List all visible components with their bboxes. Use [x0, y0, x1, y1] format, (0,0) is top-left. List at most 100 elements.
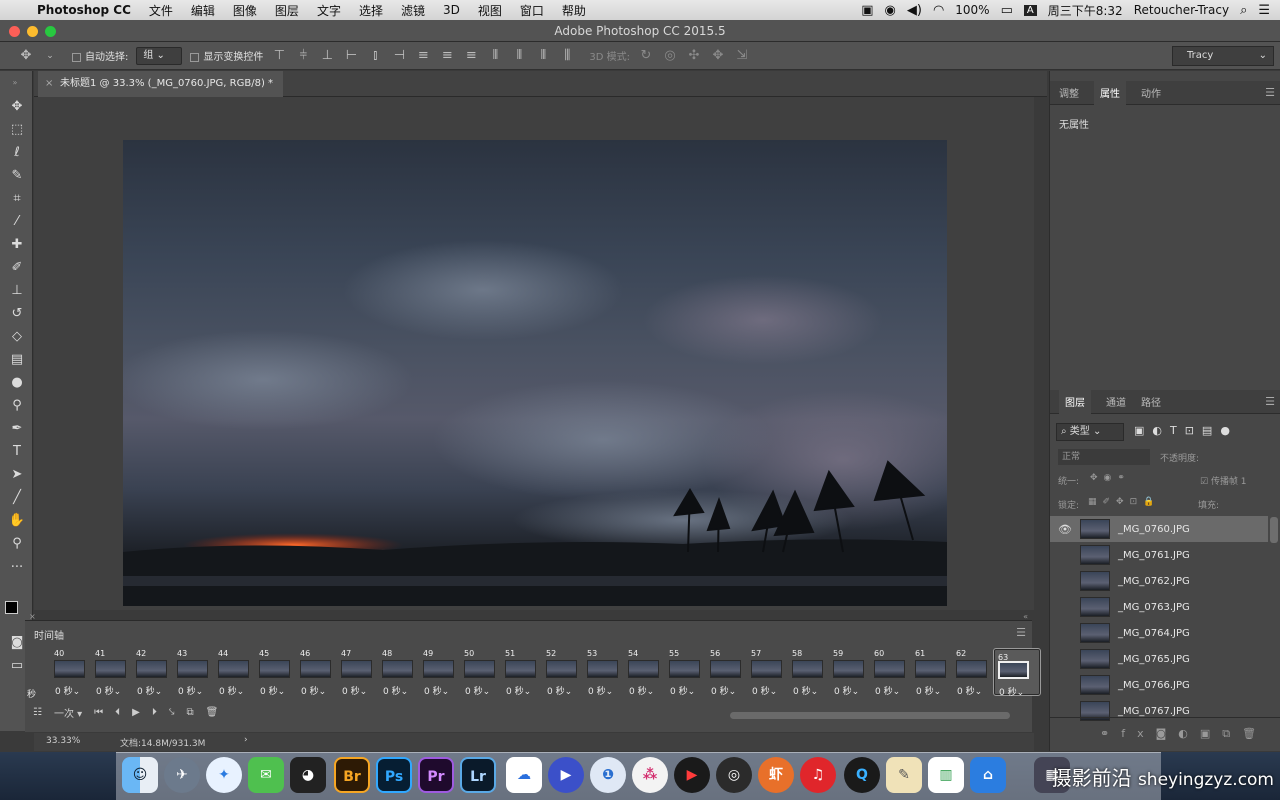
xiami-icon[interactable]: 虾 — [758, 757, 794, 793]
photoshop-app-icon[interactable]: Ps — [376, 757, 412, 793]
3d-scale-icon[interactable]: ⇲ — [734, 48, 750, 63]
frame-duration[interactable]: 0 秒⌄ — [670, 684, 695, 697]
tab-paths[interactable]: 路径 — [1141, 394, 1161, 409]
path-select-tool-icon[interactable]: ➤ — [8, 466, 26, 484]
menu-window[interactable]: 窗口 — [511, 2, 553, 19]
auto-align-icon[interactable]: ⫼ — [559, 48, 575, 63]
timeline-frame[interactable]: 44 0 秒⌄ — [215, 649, 252, 697]
frame-duration[interactable]: 0 秒⌄ — [752, 684, 777, 697]
timeline-frame[interactable]: 41 0 秒⌄ — [92, 649, 129, 697]
pen-tool-icon[interactable]: ✒ — [8, 420, 26, 438]
play-icon[interactable]: ▶ — [132, 707, 140, 718]
tween-icon[interactable]: ⤥ — [169, 707, 175, 718]
align-hcenter-icon[interactable]: ⫾ — [367, 48, 383, 63]
timeline-frame[interactable]: 58 0 秒⌄ — [789, 649, 826, 697]
menu-app-name[interactable]: Photoshop CC — [28, 3, 140, 17]
lightroom-app-icon[interactable]: Lr — [460, 757, 496, 793]
display-icon[interactable]: ▣ — [861, 3, 873, 18]
eyedropper-tool-icon[interactable]: ⁄ — [8, 213, 26, 231]
collapse-panel-icon[interactable]: « — [1023, 612, 1028, 621]
distribute-top-icon[interactable]: ≡ — [415, 48, 431, 63]
distribute-vcenter-icon[interactable]: ≡ — [439, 48, 455, 63]
wechat-icon[interactable]: ✉ — [248, 757, 284, 793]
safari-icon[interactable]: ✦ — [206, 757, 242, 793]
timeline-frame[interactable]: 52 0 秒⌄ — [543, 649, 580, 697]
3d-rotate-icon[interactable]: ↻ — [638, 48, 654, 63]
frame-duration[interactable]: 0 秒⌄ — [999, 685, 1024, 701]
line-tool-icon[interactable]: ╱ — [8, 489, 26, 507]
app-store-icon[interactable]: ❶ — [590, 757, 626, 793]
bridge-app-icon[interactable]: Br — [334, 757, 370, 793]
baidu-netdisk-icon[interactable]: ☁ — [506, 757, 542, 793]
frame-duration[interactable]: 0 秒⌄ — [916, 684, 941, 697]
menu-edit[interactable]: 编辑 — [182, 2, 224, 19]
frame-duration[interactable]: 0 秒⌄ — [260, 684, 285, 697]
menu-image[interactable]: 图像 — [224, 2, 266, 19]
tab-actions[interactable]: 动作 — [1141, 85, 1161, 100]
tool-preset-chevron-icon[interactable]: ⌄ — [42, 51, 58, 61]
distribute-hcenter-icon[interactable]: ⦀ — [511, 48, 527, 63]
timeline-frame[interactable]: 54 0 秒⌄ — [625, 649, 662, 697]
timeline-frame[interactable]: 42 0 秒⌄ — [133, 649, 170, 697]
layer-row[interactable]: _MG_0761.JPG — [1050, 542, 1268, 568]
keynote-icon[interactable]: ⌂ — [970, 757, 1006, 793]
align-vcenter-icon[interactable]: ⫩ — [295, 48, 311, 63]
propagate-frame-checkbox[interactable]: ☑ 传播帧 1 — [1200, 474, 1247, 487]
delete-frame-icon[interactable]: 🗑 — [206, 707, 219, 718]
brush-tool-icon[interactable]: ✐ — [8, 259, 26, 277]
quick-mask-icon[interactable]: ◙ — [8, 634, 26, 652]
timeline-frame[interactable]: 63 0 秒⌄ — [993, 648, 1041, 698]
move-tool-icon[interactable]: ✥ — [18, 48, 34, 63]
show-transform-checkbox[interactable]: 显示变换控件 — [190, 48, 263, 63]
align-left-icon[interactable]: ⊢ — [343, 48, 359, 63]
more-tools-icon[interactable]: ··· — [8, 559, 26, 577]
gradient-tool-icon[interactable]: ▤ — [8, 351, 26, 369]
battery-percent[interactable]: 100% — [955, 3, 989, 17]
timeline-frame[interactable]: 45 0 秒⌄ — [256, 649, 293, 697]
layer-filter-dropdown[interactable]: ⌕ 类型 ⌄ — [1056, 423, 1124, 441]
frame-duration[interactable]: 0 秒⌄ — [793, 684, 818, 697]
frame-duration[interactable]: 0 秒⌄ — [957, 684, 982, 697]
screen-record-icon[interactable]: ◉ — [885, 3, 896, 18]
frame-duration[interactable]: 0 秒⌄ — [219, 684, 244, 697]
tab-adjustments[interactable]: 调整 — [1059, 85, 1079, 100]
timeline-frame[interactable]: 55 0 秒⌄ — [666, 649, 703, 697]
layers-scrollbar[interactable] — [1270, 517, 1278, 543]
frame-duration[interactable]: 0 秒⌄ — [55, 684, 80, 697]
wifi-icon[interactable]: ◠ — [933, 3, 944, 18]
layer-row[interactable]: 👁 _MG_0760.JPG — [1050, 516, 1268, 542]
frame-duration[interactable]: 0 秒⌄ — [424, 684, 449, 697]
convert-timeline-icon[interactable]: ☷ — [33, 707, 42, 718]
distribute-left-icon[interactable]: ⦀ — [487, 48, 503, 63]
blend-mode-dropdown[interactable]: 正常 — [1058, 449, 1150, 465]
timeline-frame[interactable]: 60 0 秒⌄ — [871, 649, 908, 697]
screencast-app-icon[interactable]: ▶ — [548, 757, 584, 793]
netease-music-icon[interactable]: ♫ — [800, 757, 836, 793]
zoom-level[interactable]: 33.33% — [46, 736, 80, 746]
collapse-panel-icon[interactable]: » — [6, 74, 24, 92]
distribute-right-icon[interactable]: ⦀ — [535, 48, 551, 63]
frame-duration[interactable]: 0 秒⌄ — [629, 684, 654, 697]
frame-duration[interactable]: 0 秒⌄ — [465, 684, 490, 697]
canvas-photo[interactable] — [123, 140, 947, 606]
menu-view[interactable]: 视图 — [469, 2, 511, 19]
healing-brush-tool-icon[interactable]: ✚ — [8, 236, 26, 254]
spotlight-search-icon[interactable]: ⌕ — [1240, 3, 1247, 18]
timeline-frame[interactable]: 50 0 秒⌄ — [461, 649, 498, 697]
eraser-tool-icon[interactable]: ◇ — [8, 328, 26, 346]
zoom-window-button[interactable] — [45, 26, 56, 37]
loop-options-dropdown[interactable]: 一次 ▾ — [54, 705, 82, 720]
frame-duration[interactable]: 0 秒⌄ — [342, 684, 367, 697]
menu-help[interactable]: 帮助 — [553, 2, 595, 19]
menu-layer[interactable]: 图层 — [266, 2, 308, 19]
timeline-frame[interactable]: 57 0 秒⌄ — [748, 649, 785, 697]
tab-layers[interactable]: 图层 — [1059, 389, 1091, 414]
workspace-switcher[interactable]: Tracy ⌄ — [1172, 46, 1274, 66]
numbers-icon[interactable]: ▥ — [928, 757, 964, 793]
canvas-area[interactable] — [34, 97, 1034, 610]
screen-mode-icon[interactable]: ▭ — [8, 657, 26, 675]
menu-3d[interactable]: 3D — [434, 3, 469, 17]
notification-center-icon[interactable]: ☰ — [1258, 3, 1270, 18]
frame-duration[interactable]: 0 秒⌄ — [301, 684, 326, 697]
menu-filter[interactable]: 滤镜 — [392, 2, 434, 19]
